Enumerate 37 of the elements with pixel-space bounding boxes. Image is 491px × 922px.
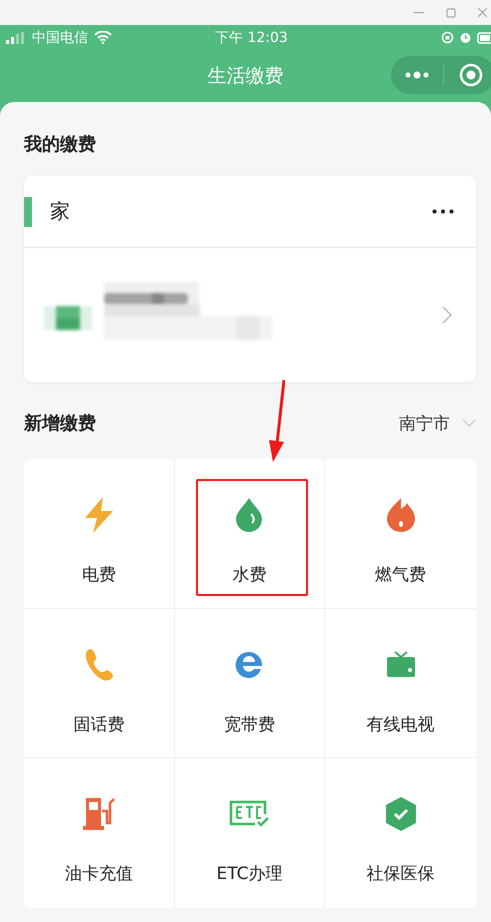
phone-icon [84, 648, 114, 682]
capsule-button[interactable] [391, 56, 491, 94]
page-title: 生活缴费 [208, 64, 284, 89]
service-tile[interactable]: 社保医保 [325, 758, 476, 908]
service-tile[interactable]: 有线电视 [325, 608, 476, 758]
browser-e-icon [234, 650, 264, 680]
more-icon[interactable] [432, 209, 454, 214]
wifi-icon [94, 31, 112, 44]
tv-icon [386, 650, 416, 680]
minimize-icon[interactable] [414, 12, 424, 14]
alarm-icon [459, 31, 472, 44]
service-tile[interactable]: 电费 [24, 459, 175, 608]
service-tile[interactable]: 燃气费 [325, 459, 476, 608]
accent-bar [24, 196, 32, 226]
maximize-icon[interactable] [446, 8, 456, 18]
service-tile[interactable]: 水费 [174, 459, 326, 608]
chevron-right-icon [442, 306, 452, 324]
group-name: 家 [50, 198, 71, 225]
lightning-icon [82, 497, 115, 533]
section-title: 新增缴费 [24, 412, 96, 435]
service-tile[interactable]: 固话费 [24, 608, 175, 758]
shield-check-icon [386, 797, 416, 831]
service-tile[interactable]: 宽带费 [174, 608, 326, 758]
battery-icon [477, 32, 491, 44]
gas-pump-icon [82, 797, 116, 831]
close-icon[interactable] [478, 8, 487, 17]
clock-time: 下午 12:03 [215, 28, 288, 46]
carrier-name: 中国电信 [32, 28, 88, 46]
service-tile[interactable]: ETC办理 [174, 758, 326, 908]
city-selector[interactable]: 南宁市 [399, 412, 450, 434]
rotation-lock-icon [441, 31, 454, 44]
close-target-icon[interactable] [459, 63, 483, 87]
water-drop-icon [236, 498, 262, 532]
section-title: 我的缴费 [24, 133, 97, 156]
service-tile[interactable]: 油卡充值 [24, 758, 175, 908]
flame-icon [386, 498, 415, 532]
chevron-down-icon[interactable] [462, 419, 476, 427]
